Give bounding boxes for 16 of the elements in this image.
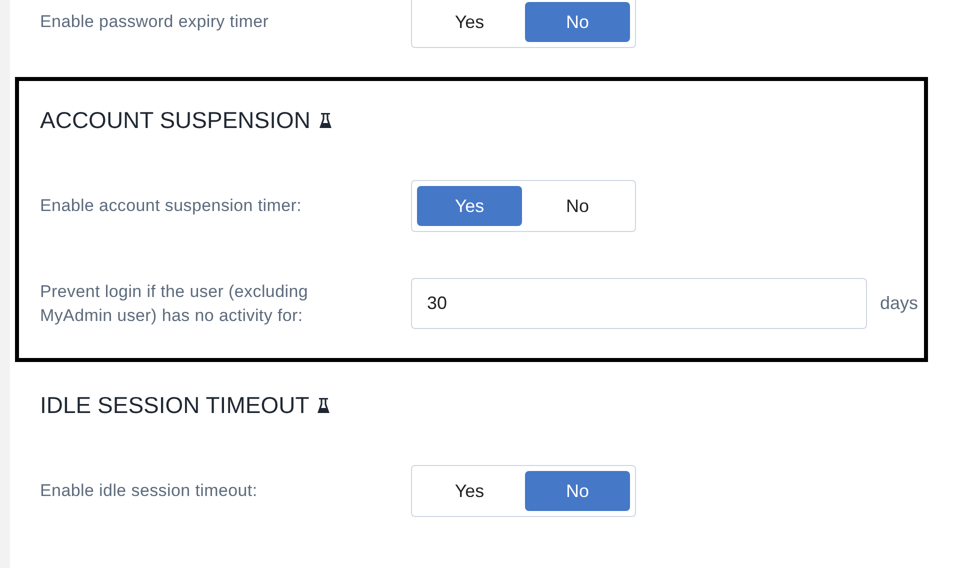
- section-heading: IDLE SESSION TIMEOUT: [40, 392, 310, 418]
- setting-label: Prevent login if the user (excluding MyAdmin user) has no activity for:: [40, 280, 310, 326]
- toggle-option[interactable]: Yes: [417, 2, 522, 42]
- toggle-option[interactable]: No: [525, 471, 630, 511]
- number-field[interactable]: 30: [411, 278, 867, 329]
- toggle-option[interactable]: No: [525, 2, 630, 42]
- section-heading: ACCOUNT SUSPENSION: [40, 106, 311, 134]
- flask-icon: [318, 112, 332, 128]
- flask-icon: [317, 396, 330, 414]
- setting-label: Enable password expiry timer: [40, 11, 270, 33]
- unit-label: days: [880, 293, 918, 314]
- toggle-option[interactable]: No: [525, 186, 630, 226]
- toggle-option[interactable]: Yes: [417, 186, 522, 226]
- setting-label: Enable idle session timeout:: [40, 480, 258, 502]
- setting-label: Enable account suspension timer:: [40, 195, 303, 217]
- toggle-option[interactable]: Yes: [417, 471, 522, 511]
